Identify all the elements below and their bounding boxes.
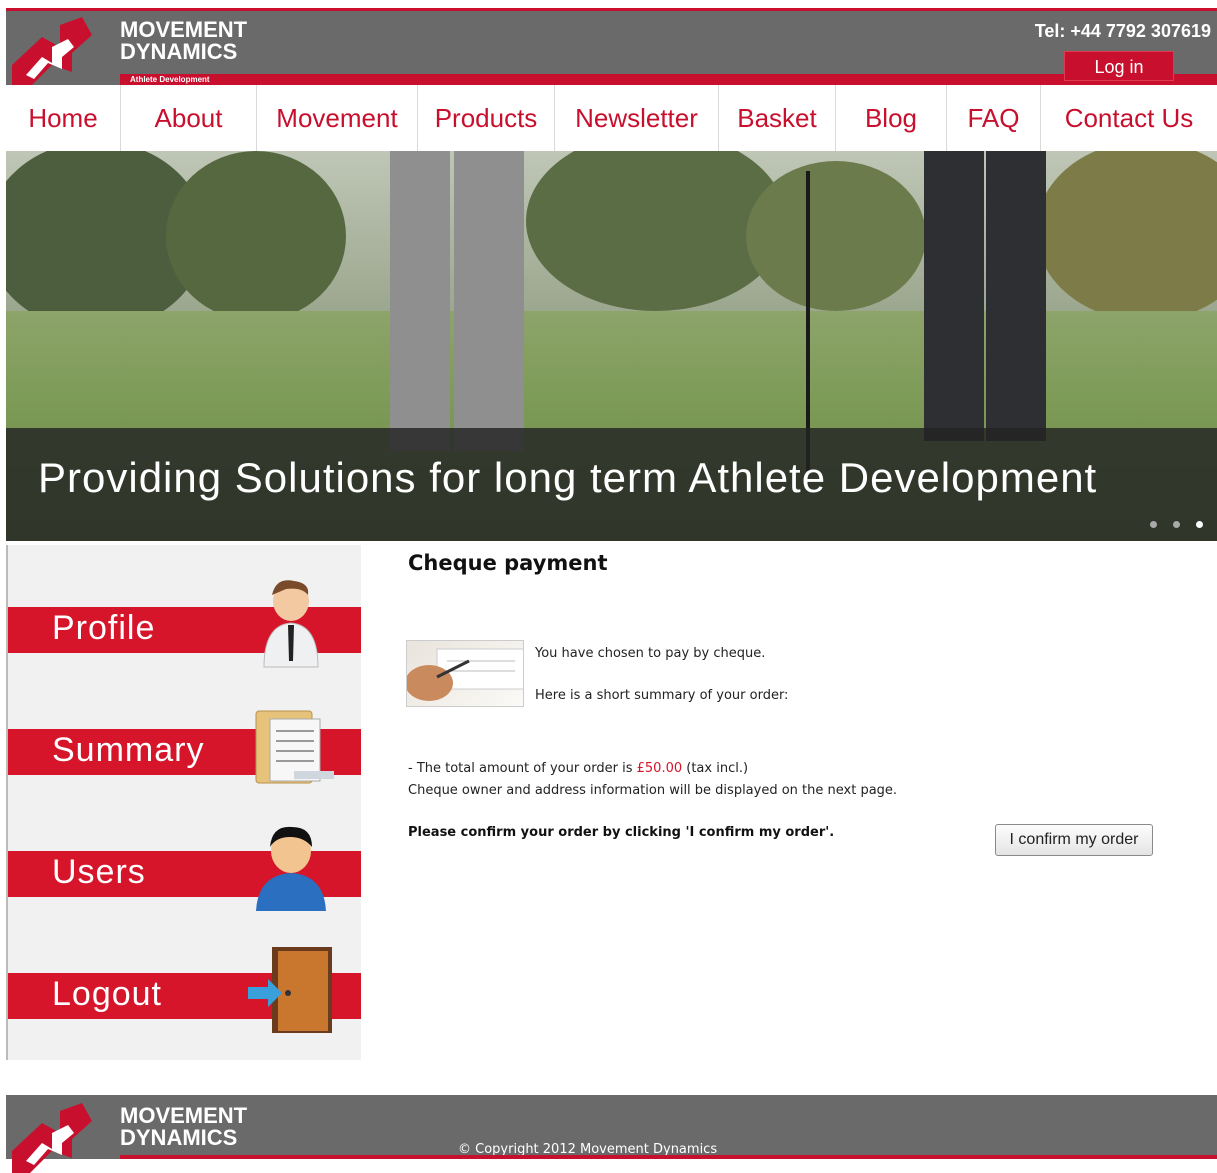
page-title: Cheque payment — [408, 551, 608, 575]
sidebar-item-label: Summary — [52, 731, 205, 769]
sidebar-item-label: Profile — [52, 609, 156, 647]
page: MOVEMENT DYNAMICS Athlete Development Te… — [6, 8, 1217, 1173]
site-footer: MOVEMENT DYNAMICS © Copyright 2012 Movem… — [6, 1095, 1217, 1173]
nav-contact-us[interactable]: Contact Us — [1041, 85, 1217, 151]
confirm-order-button[interactable]: I confirm my order — [995, 824, 1153, 856]
site-header: MOVEMENT DYNAMICS Athlete Development Te… — [6, 8, 1217, 87]
nav-home[interactable]: Home — [6, 85, 121, 151]
tree-shape — [746, 161, 926, 311]
folder-icon — [255, 710, 334, 784]
golfer-leg — [986, 151, 1046, 441]
order-total-line: - The total amount of your order is £50.… — [408, 761, 748, 776]
sidebar-item-summary[interactable]: Summary — [8, 677, 361, 797]
main-nav: Home About Movement Products Newsletter … — [6, 85, 1217, 151]
logout-door-icon — [248, 947, 332, 1033]
tree-shape — [166, 151, 346, 321]
golfer-leg — [924, 151, 984, 441]
order-total-suffix: (tax incl.) — [682, 761, 749, 776]
nav-newsletter[interactable]: Newsletter — [555, 85, 719, 151]
nav-basket[interactable]: Basket — [719, 85, 836, 151]
footer-red-strip — [120, 1155, 1217, 1159]
summary-intro-text: Here is a short summary of your order: — [535, 688, 789, 703]
cheque-writing-icon — [407, 648, 523, 701]
hero-banner: Providing Solutions for long term Athlet… — [6, 151, 1217, 541]
user-icon — [256, 826, 326, 911]
sidebar-item-logout[interactable]: Logout — [8, 921, 361, 1041]
payment-method-text: You have chosen to pay by cheque. — [535, 646, 766, 661]
nav-movement[interactable]: Movement — [257, 85, 418, 151]
account-sidebar: Profile Summary Users Logout — [6, 545, 361, 1060]
footer-logo-icon[interactable] — [12, 1103, 92, 1173]
footer-brand-name: MOVEMENT DYNAMICS — [120, 1105, 247, 1149]
businessman-icon — [263, 580, 319, 668]
sidebar-item-label: Logout — [52, 975, 162, 1013]
golfer-leg — [454, 151, 524, 451]
golfer-leg — [390, 151, 450, 451]
nav-blog[interactable]: Blog — [836, 85, 947, 151]
cheque-image — [406, 640, 524, 707]
login-button[interactable]: Log in — [1064, 51, 1174, 81]
sidebar-item-profile[interactable]: Profile — [8, 555, 361, 675]
slide-dot[interactable] — [1150, 521, 1157, 528]
logo-icon[interactable] — [12, 17, 92, 87]
hero-caption: Providing Solutions for long term Athlet… — [38, 454, 1098, 501]
sidebar-item-users[interactable]: Users — [8, 799, 361, 919]
brand-line-2: DYNAMICS — [120, 39, 238, 64]
slide-dot-active[interactable] — [1196, 521, 1203, 528]
nav-faq[interactable]: FAQ — [947, 85, 1041, 151]
slide-indicator — [1150, 521, 1203, 528]
footer-brand-line-2: DYNAMICS — [120, 1125, 238, 1150]
flagpole — [806, 171, 810, 471]
nav-products[interactable]: Products — [418, 85, 555, 151]
slide-dot[interactable] — [1173, 521, 1180, 528]
sidebar-item-label: Users — [52, 853, 146, 891]
payment-message: You have chosen to pay by cheque. Here i… — [535, 643, 835, 727]
nav-about[interactable]: About — [121, 85, 257, 151]
confirm-instruction: Please confirm your order by clicking 'I… — [408, 825, 835, 840]
brand-line-1: MOVEMENT — [120, 17, 248, 42]
order-total-amount: £50.00 — [636, 761, 683, 776]
main-content: Cheque payment You have chosen to pay by… — [406, 545, 1206, 1060]
footer-brand-line-1: MOVEMENT — [120, 1103, 248, 1128]
brand-name: MOVEMENT DYNAMICS — [120, 19, 247, 63]
cheque-info-text: Cheque owner and address information wil… — [408, 783, 898, 798]
phone-number: Tel: +44 7792 307619 — [1034, 21, 1211, 41]
order-total-prefix: - The total amount of your order is — [408, 761, 637, 776]
